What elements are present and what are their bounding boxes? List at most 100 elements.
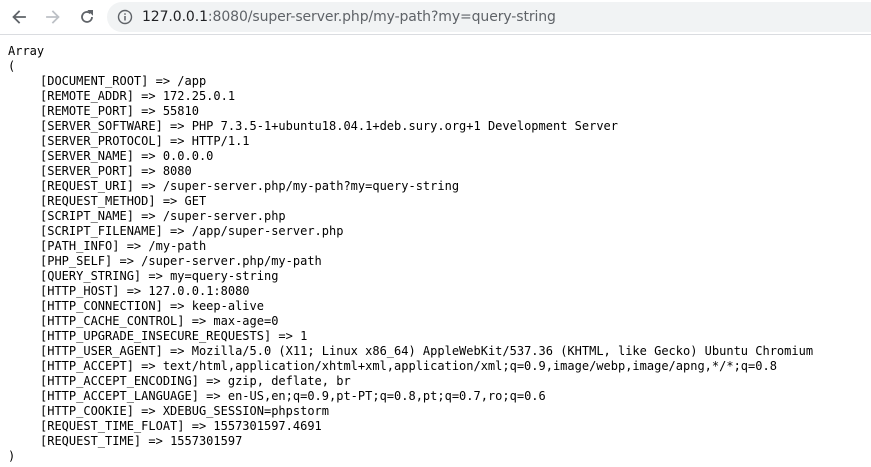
url-text[interactable]: 127.0.0.1:8080/super-server.php/my-path?… xyxy=(142,9,556,25)
server-var-key: [HTTP_USER_AGENT] xyxy=(40,344,163,358)
arrow-separator: => xyxy=(112,254,142,268)
server-var-row: [HTTP_HOST] => 127.0.0.1:8080 xyxy=(8,284,871,299)
server-var-row: [REQUEST_TIME_FLOAT] => 1557301597.4691 xyxy=(8,419,871,434)
server-var-value: 127.0.0.1:8080 xyxy=(148,284,250,298)
server-var-key: [PATH_INFO] xyxy=(40,239,120,253)
server-var-row: [DOCUMENT_ROOT] => /app xyxy=(8,74,871,89)
arrow-separator: => xyxy=(119,284,149,298)
server-var-value: max-age=0 xyxy=(213,314,279,328)
server-var-value: GET xyxy=(184,194,207,208)
close-paren: ) xyxy=(8,449,16,463)
server-var-key: [HTTP_CONNECTION] xyxy=(40,299,163,313)
server-var-row: [PATH_INFO] => /my-path xyxy=(8,239,871,254)
server-var-key: [HTTP_ACCEPT] xyxy=(40,359,134,373)
server-var-row: [SERVER_PORT] => 8080 xyxy=(8,164,871,179)
server-var-row: [REQUEST_TIME] => 1557301597 xyxy=(8,434,871,449)
server-var-value: 0.0.0.0 xyxy=(162,149,214,163)
server-var-key: [HTTP_CACHE_CONTROL] xyxy=(40,314,185,328)
server-var-value: /super-server.php/my-path xyxy=(141,254,322,268)
server-var-value: 1557301597.4691 xyxy=(213,419,322,433)
forward-arrow-icon xyxy=(46,10,60,24)
server-var-key: [HTTP_UPGRADE_INSECURE_REQUESTS] xyxy=(40,329,272,343)
address-bar[interactable]: 127.0.0.1:8080/super-server.php/my-path?… xyxy=(107,2,871,32)
open-paren: ( xyxy=(8,59,16,73)
server-var-key: [PHP_SELF] xyxy=(40,254,113,268)
arrow-separator: => xyxy=(162,119,192,133)
arrow-separator: => xyxy=(141,434,171,448)
arrow-separator: => xyxy=(133,89,163,103)
arrow-separator: => xyxy=(133,149,163,163)
arrow-separator: => xyxy=(162,224,192,238)
arrow-separator: => xyxy=(184,419,214,433)
server-var-value: 172.25.0.1 xyxy=(162,89,236,103)
arrow-separator: => xyxy=(141,269,171,283)
server-var-row: [REQUEST_URI] => /super-server.php/my-pa… xyxy=(8,179,871,194)
arrow-separator: => xyxy=(148,74,178,88)
server-var-row: [HTTP_ACCEPT] => text/html,application/x… xyxy=(8,359,871,374)
server-var-key: [HTTP_ACCEPT_ENCODING] xyxy=(40,374,199,388)
server-var-value: PHP 7.3.5-1+ubuntu18.04.1+deb.sury.org+1… xyxy=(191,119,618,133)
server-var-key: [SERVER_PORT] xyxy=(40,164,134,178)
server-var-value: /app xyxy=(177,74,207,88)
array-header: Array xyxy=(8,44,45,58)
server-var-row: [HTTP_USER_AGENT] => Mozilla/5.0 (X11; L… xyxy=(8,344,871,359)
server-var-key: [REMOTE_ADDR] xyxy=(40,89,134,103)
server-var-key: [SERVER_SOFTWARE] xyxy=(40,119,163,133)
server-var-value: my=query-string xyxy=(170,269,279,283)
forward-button[interactable] xyxy=(38,2,68,32)
server-var-row: [SCRIPT_FILENAME] => /app/super-server.p… xyxy=(8,224,871,239)
server-var-row: [HTTP_COOKIE] => XDEBUG_SESSION=phpstorm xyxy=(8,404,871,419)
url-host: 127.0.0.1 xyxy=(142,9,208,25)
server-var-key: [REQUEST_URI] xyxy=(40,179,134,193)
server-var-row: [HTTP_ACCEPT_LANGUAGE] => en-US,en;q=0.9… xyxy=(8,389,871,404)
server-var-value: /my-path xyxy=(148,239,207,253)
server-var-key: [SCRIPT_FILENAME] xyxy=(40,224,163,238)
server-var-row: [QUERY_STRING] => my=query-string xyxy=(8,269,871,284)
server-var-key: [REQUEST_TIME] xyxy=(40,434,142,448)
back-arrow-icon xyxy=(12,10,26,24)
arrow-separator: => xyxy=(133,404,163,418)
server-var-row: [HTTP_UPGRADE_INSECURE_REQUESTS] => 1 xyxy=(8,329,871,344)
arrow-separator: => xyxy=(133,179,163,193)
print-r-output: Array([DOCUMENT_ROOT] => /app [REMOTE_ADD… xyxy=(0,35,871,464)
server-var-value: 1557301597 xyxy=(170,434,243,448)
server-var-value: 1 xyxy=(300,329,308,343)
arrow-separator: => xyxy=(184,314,214,328)
server-var-row: [HTTP_CONNECTION] => keep-alive xyxy=(8,299,871,314)
arrow-separator: => xyxy=(162,134,192,148)
server-var-key: [SERVER_NAME] xyxy=(40,149,134,163)
url-path: :8080/super-server.php/my-path?my=query-… xyxy=(207,9,556,25)
arrow-separator: => xyxy=(133,209,163,223)
server-var-key: [REMOTE_PORT] xyxy=(40,104,134,118)
arrow-separator: => xyxy=(198,374,228,388)
server-var-value: 8080 xyxy=(162,164,192,178)
reload-button[interactable] xyxy=(72,2,102,32)
server-var-value: HTTP/1.1 xyxy=(191,134,250,148)
arrow-separator: => xyxy=(198,389,228,403)
server-var-key: [SCRIPT_NAME] xyxy=(40,209,134,223)
server-var-value: en-US,en;q=0.9,pt-PT;q=0.8,pt;q=0.7,ro;q… xyxy=(227,389,546,403)
arrow-separator: => xyxy=(133,104,163,118)
server-var-row: [HTTP_CACHE_CONTROL] => max-age=0 xyxy=(8,314,871,329)
server-var-key: [SERVER_PROTOCOL] xyxy=(40,134,163,148)
server-var-value: gzip, deflate, br xyxy=(227,374,351,388)
server-var-value: /super-server.php xyxy=(162,209,286,223)
server-var-row: [SERVER_NAME] => 0.0.0.0 xyxy=(8,149,871,164)
server-var-key: [HTTP_ACCEPT_LANGUAGE] xyxy=(40,389,199,403)
back-button[interactable] xyxy=(4,2,34,32)
server-var-row: [REQUEST_METHOD] => GET xyxy=(8,194,871,209)
server-var-key: [HTTP_HOST] xyxy=(40,284,120,298)
server-var-key: [QUERY_STRING] xyxy=(40,269,142,283)
server-var-row: [REMOTE_ADDR] => 172.25.0.1 xyxy=(8,89,871,104)
server-var-key: [REQUEST_METHOD] xyxy=(40,194,156,208)
info-icon[interactable] xyxy=(117,9,133,25)
server-var-row: [SERVER_SOFTWARE] => PHP 7.3.5-1+ubuntu1… xyxy=(8,119,871,134)
server-var-key: [REQUEST_TIME_FLOAT] xyxy=(40,419,185,433)
server-var-value: 55810 xyxy=(162,104,199,118)
server-var-value: XDEBUG_SESSION=phpstorm xyxy=(162,404,329,418)
server-var-row: [REMOTE_PORT] => 55810 xyxy=(8,104,871,119)
arrow-separator: => xyxy=(162,299,192,313)
arrow-separator: => xyxy=(271,329,301,343)
arrow-separator: => xyxy=(119,239,149,253)
server-var-row: [PHP_SELF] => /super-server.php/my-path xyxy=(8,254,871,269)
